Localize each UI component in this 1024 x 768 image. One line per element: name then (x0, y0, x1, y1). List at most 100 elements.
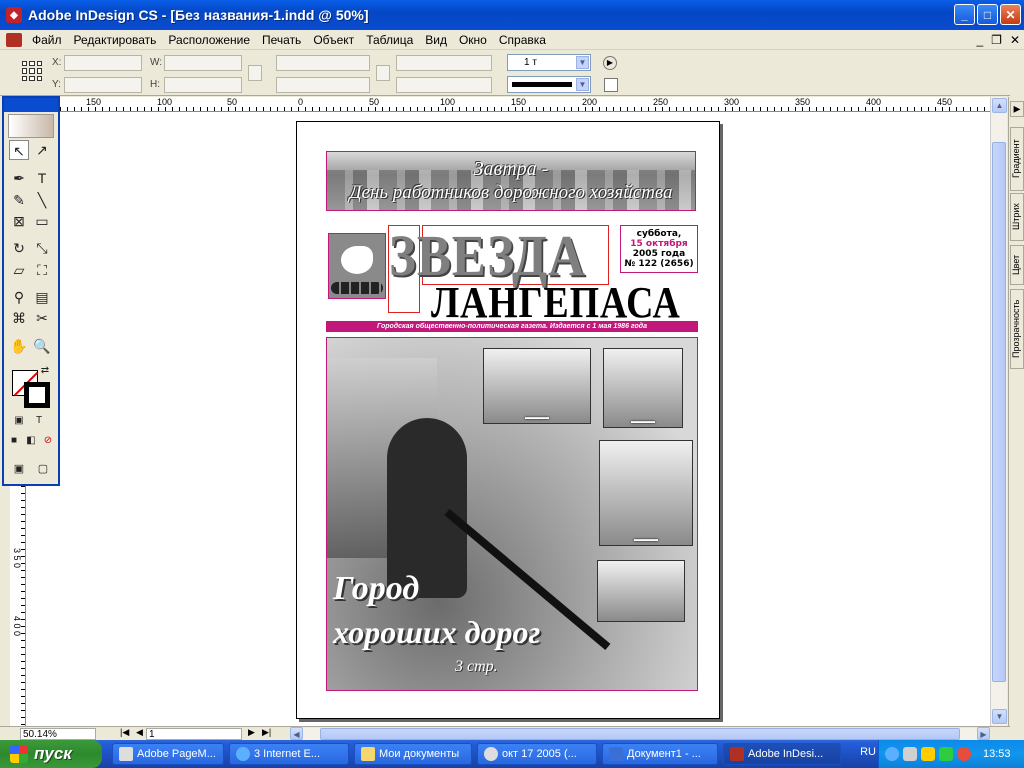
menu-edit[interactable]: Редактировать (68, 33, 163, 47)
inset-photo[interactable]: ▬▬▬▬ (483, 348, 591, 424)
record-icon[interactable] (957, 747, 971, 761)
formatting-container-icon[interactable]: ▣ (12, 414, 26, 428)
inset-photo[interactable]: ▬▬▬▬ (599, 440, 693, 546)
scroll-up-button[interactable]: ▲ (992, 98, 1007, 113)
last-page-button[interactable]: ▶| (262, 727, 271, 738)
scroll-down-button[interactable]: ▼ (992, 709, 1007, 724)
rotate-tool-icon[interactable]: ↻ (9, 238, 29, 258)
taskbar-item-active[interactable]: Adobe InDesi... (723, 743, 841, 765)
eyedropper-tool-icon[interactable]: ⚲ (9, 287, 29, 307)
swap-fill-stroke-icon[interactable]: ⇄ (38, 364, 52, 378)
preview-mode-icon[interactable]: ▢ (34, 460, 52, 478)
doc-minimize-button[interactable]: _ (976, 33, 983, 47)
h-field[interactable] (164, 77, 242, 93)
play-icon[interactable] (939, 747, 953, 761)
hand-tool-icon[interactable]: ✋ (9, 336, 29, 356)
tab-stroke[interactable]: Штрих (1010, 193, 1024, 241)
top-banner-image[interactable]: Завтра - День работников дорожного хозяй… (326, 151, 696, 211)
scale-y-field[interactable] (276, 77, 370, 93)
scale-x-field[interactable] (276, 55, 370, 71)
menu-file[interactable]: Файл (26, 33, 68, 47)
rectangle-frame-tool-icon[interactable]: ⊠ (9, 211, 29, 231)
taskbar-item[interactable]: окт 17 2005 (... (477, 743, 597, 765)
line-tool-icon[interactable]: ╲ (32, 190, 52, 210)
reference-point-icon[interactable] (22, 61, 42, 81)
selection-tool-icon[interactable]: ↖ (9, 140, 29, 160)
clock[interactable]: 13:53 (983, 748, 1011, 760)
scissors-tool-icon[interactable]: ✂ (32, 308, 52, 328)
adobe-feather-logo[interactable] (8, 114, 54, 138)
maximize-button[interactable]: □ (977, 4, 998, 25)
vertical-scroll-thumb[interactable] (992, 142, 1006, 682)
horizontal-ruler[interactable]: 150 100 50 0 50 100 150 200 250 300 350 … (60, 97, 990, 112)
shear-angle-field[interactable] (396, 77, 492, 93)
page-number-field[interactable]: 1 (146, 728, 242, 740)
doc-restore-button[interactable]: ❐ (991, 33, 1002, 47)
next-page-button[interactable]: ▶ (248, 727, 255, 738)
normal-view-mode-icon[interactable]: ▣ (10, 460, 28, 478)
masthead-strip[interactable]: Городская общественно-политическая газет… (326, 321, 698, 332)
tab-gradient[interactable]: Градиент (1010, 127, 1024, 191)
chevron-down-icon[interactable]: ▼ (576, 56, 589, 69)
w-field[interactable] (164, 55, 242, 71)
constrain-proportions-icon[interactable] (248, 65, 262, 81)
document-canvas[interactable]: Завтра - День работников дорожного хозяй… (26, 112, 992, 726)
issue-date-box[interactable]: суббота, 15 октября 2005 года № 122 (265… (620, 225, 698, 273)
city-emblem-logo[interactable] (328, 233, 386, 299)
menu-layout[interactable]: Расположение (162, 33, 256, 47)
page-icon[interactable] (604, 78, 618, 92)
minimize-button[interactable]: _ (954, 4, 975, 25)
apply-color-icon[interactable]: ■ (7, 434, 21, 448)
menu-print[interactable]: Печать (256, 33, 307, 47)
stroke-weight-combo[interactable]: 1 т ▼ (507, 54, 591, 71)
document-page[interactable]: Завтра - День работников дорожного хозяй… (296, 121, 720, 719)
scale-tool-icon[interactable]: ⤡ (32, 238, 52, 258)
shear-tool-icon[interactable]: ▱ (9, 260, 29, 280)
warning-icon[interactable] (921, 747, 935, 761)
constrain-scale-icon[interactable] (376, 65, 390, 81)
type-tool-icon[interactable]: T (32, 168, 52, 188)
free-transform-tool-icon[interactable]: ⛶ (32, 260, 52, 280)
stroke-swatch[interactable] (24, 382, 50, 408)
menu-window[interactable]: Окно (453, 33, 493, 47)
stroke-type-combo[interactable]: ▼ (507, 76, 591, 93)
chevron-down-icon[interactable]: ▼ (576, 78, 589, 91)
inset-photo[interactable]: ▬▬▬▬ (603, 348, 683, 428)
zoom-tool-icon[interactable]: 🔍 (32, 336, 52, 356)
zoom-level-field[interactable]: 50.14% (20, 728, 96, 740)
palette-menu-icon[interactable]: ▶ (603, 56, 617, 70)
apply-gradient-icon[interactable]: ◧ (24, 434, 38, 448)
document-menu-icon[interactable] (6, 32, 22, 47)
taskbar-item[interactable]: 3 Internet E... (229, 743, 349, 765)
inset-photo[interactable] (597, 560, 685, 622)
pencil-tool-icon[interactable]: ✎ (9, 190, 29, 210)
scroll-right-button[interactable]: ▶ (977, 727, 990, 740)
taskbar-item[interactable]: Мои документы (354, 743, 472, 765)
scroll-left-button[interactable]: ◀ (290, 727, 303, 740)
pen-tool-icon[interactable]: ✒ (9, 168, 29, 188)
doc-close-button[interactable]: ✕ (1010, 33, 1020, 47)
vertical-ruler[interactable]: 3 5 0 4 0 0 (10, 486, 26, 726)
tab-color[interactable]: Цвет (1010, 245, 1024, 285)
taskbar-item[interactable]: Adobe PageM... (112, 743, 224, 765)
tools-palette-header[interactable] (4, 98, 58, 112)
first-page-button[interactable]: |◀ (120, 727, 129, 738)
horizontal-scroll-thumb[interactable] (320, 728, 960, 740)
menu-view[interactable]: Вид (419, 33, 453, 47)
horizontal-scrollbar[interactable]: ◀ ▶ (290, 727, 990, 740)
start-button[interactable]: пуск (0, 740, 102, 768)
menu-object[interactable]: Объект (307, 33, 360, 47)
tray-expand-icon[interactable] (885, 747, 899, 761)
indesign-app-icon[interactable]: ◆ (6, 7, 22, 23)
x-field[interactable] (64, 55, 142, 71)
language-indicator[interactable]: RU (860, 746, 876, 758)
panel-toggle-icon[interactable]: ◀ (1010, 101, 1024, 117)
vertical-scrollbar[interactable]: ▲ ▼ (990, 97, 1007, 726)
network-icon[interactable] (903, 747, 917, 761)
menu-table[interactable]: Таблица (360, 33, 419, 47)
formatting-text-icon[interactable]: T (32, 414, 46, 428)
button-tool-icon[interactable]: ⌘ (9, 308, 29, 328)
rectangle-tool-icon[interactable]: ▭ (32, 211, 52, 231)
cover-photo[interactable]: ▬▬▬▬ ▬▬▬▬ ▬▬▬▬ Город хороших дорог 3 стр… (326, 337, 698, 691)
taskbar-item[interactable]: Документ1 - ... (602, 743, 718, 765)
